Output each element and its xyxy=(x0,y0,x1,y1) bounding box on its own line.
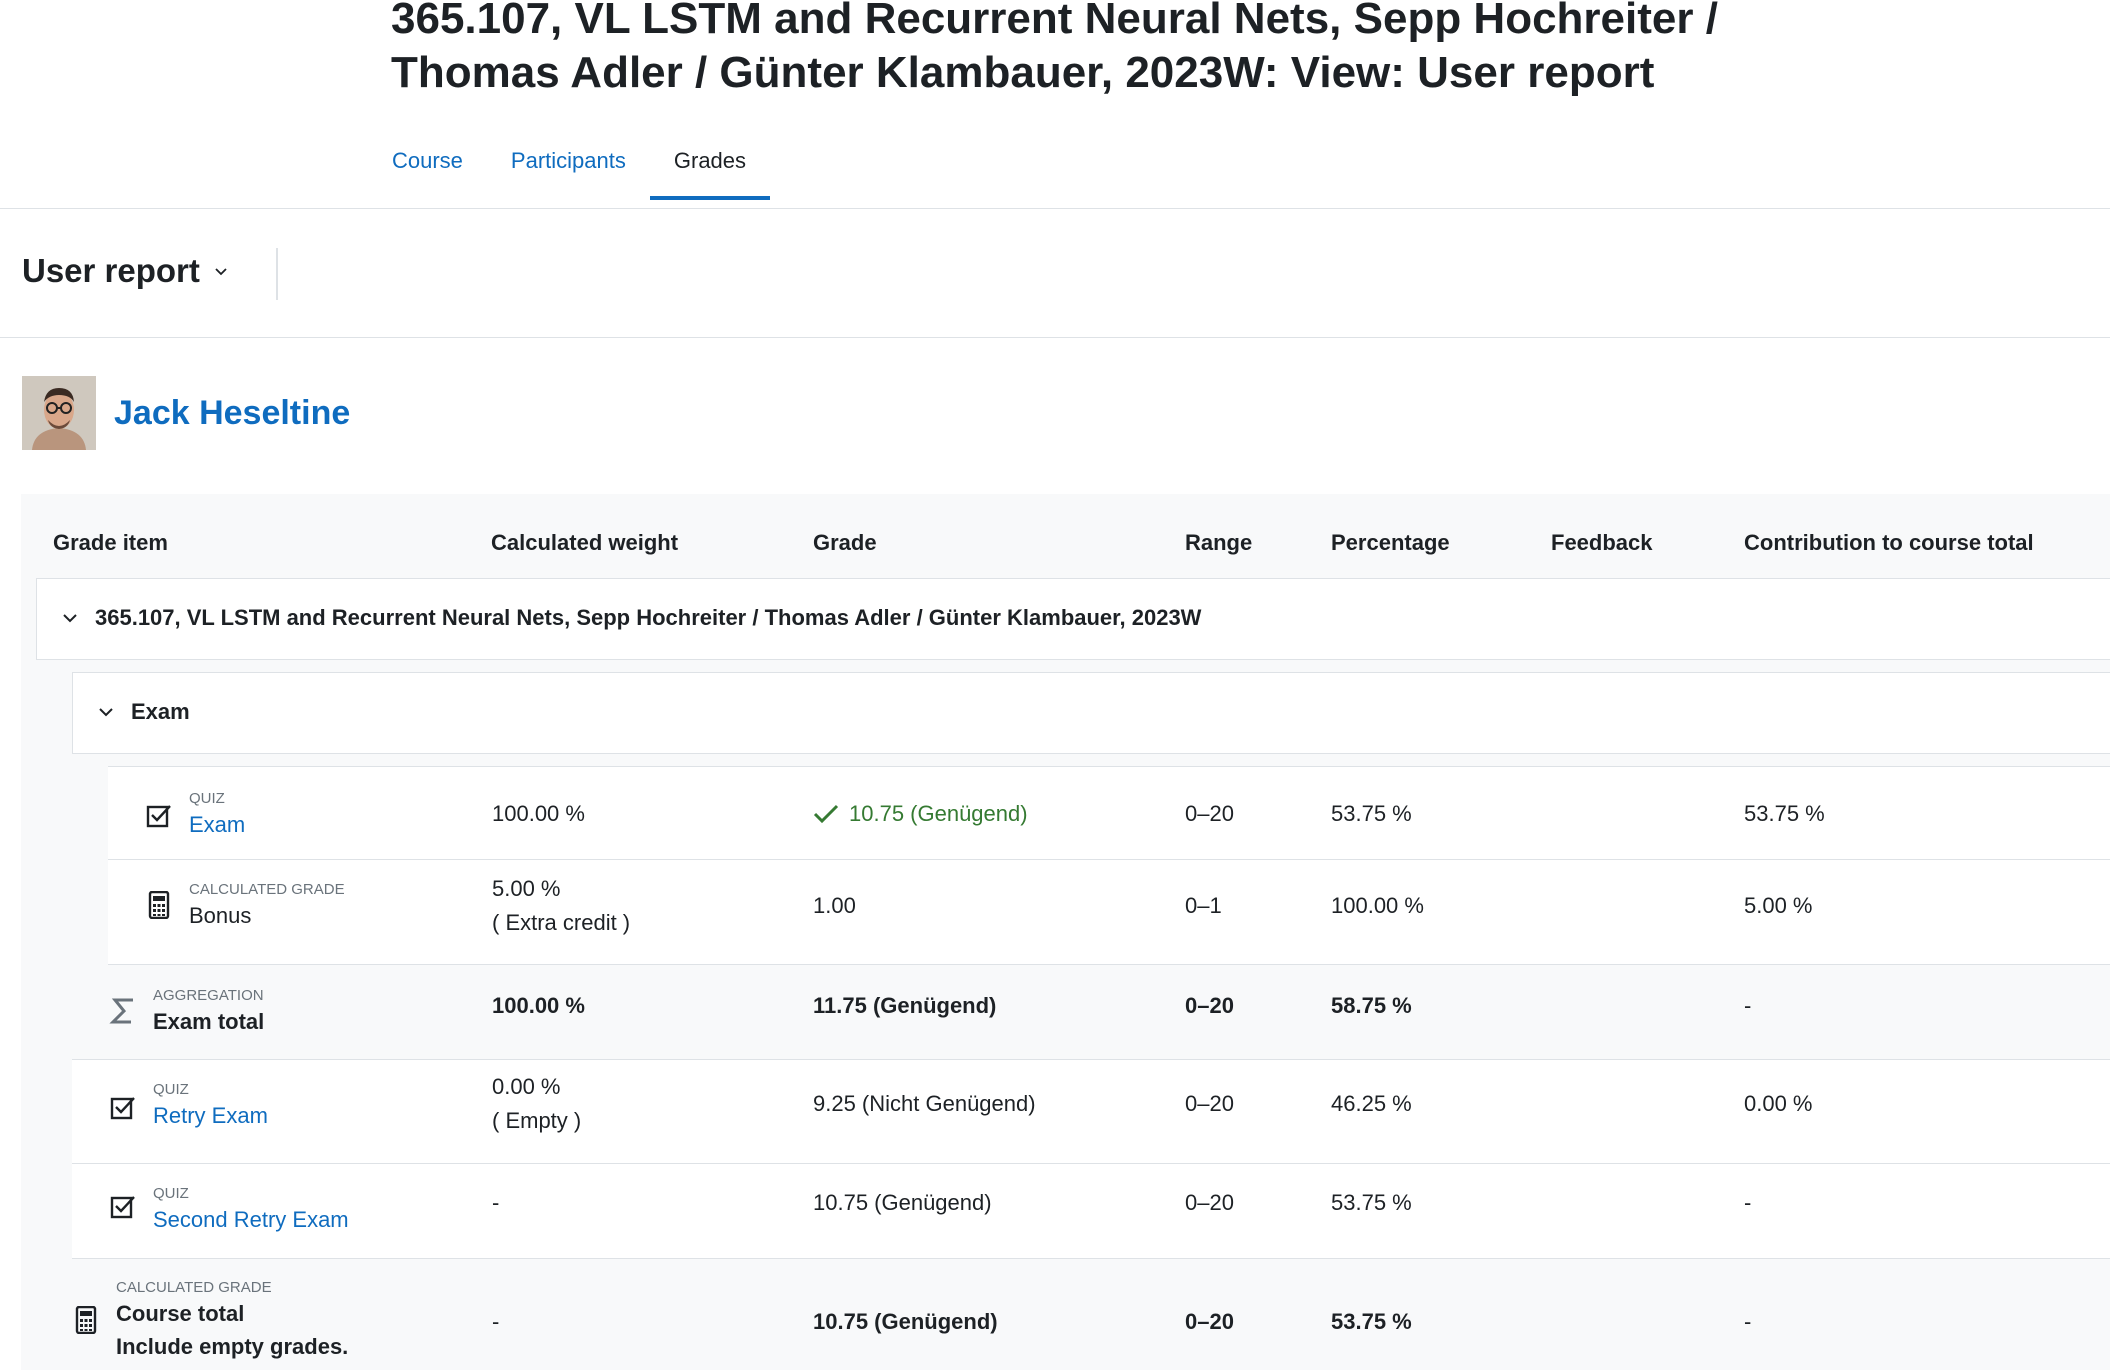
column-header-grade: Grade xyxy=(813,530,877,555)
range-value: 0–20 xyxy=(1185,1091,1234,1116)
check-icon xyxy=(813,804,839,824)
grade-item-link-exam[interactable]: Exam xyxy=(189,812,245,838)
weight-note: ( Extra credit ) xyxy=(492,910,631,935)
grade-value: 10.75 (Genügend) xyxy=(813,797,1028,831)
item-type-label: QUIZ xyxy=(189,790,225,807)
quiz-icon xyxy=(146,805,171,828)
chevron-down-icon xyxy=(215,268,227,276)
contribution-value: - xyxy=(1744,993,1752,1018)
divider xyxy=(0,337,2110,338)
category-row-exam: Exam xyxy=(72,672,2110,754)
column-header-calculated-weight: Calculated weight xyxy=(491,530,679,555)
nav-participants[interactable]: Participants xyxy=(511,140,626,200)
report-selector-label: User report xyxy=(22,252,200,289)
grade-item-name-bonus: Bonus xyxy=(189,903,252,928)
weight-value: - xyxy=(492,1309,500,1334)
course-total-note: Include empty grades. xyxy=(116,1334,349,1359)
category-name: 365.107, VL LSTM and Recurrent Neural Ne… xyxy=(95,605,1202,630)
contribution-value: 0.00 % xyxy=(1744,1091,1813,1116)
grade-value: 10.75 (Genügend) xyxy=(813,1190,992,1215)
grade-value-text: 10.75 (Genügend) xyxy=(849,801,1028,826)
percentage-value: 53.75 % xyxy=(1331,801,1412,826)
grade-value: 9.25 (Nicht Genügend) xyxy=(813,1091,1036,1116)
chevron-down-icon[interactable] xyxy=(61,609,79,627)
weight-note: ( Empty ) xyxy=(492,1108,582,1133)
range-value: 0–1 xyxy=(1185,893,1222,918)
item-type-label: QUIZ xyxy=(153,1185,189,1202)
weight-value: - xyxy=(492,1190,500,1215)
weight-value: 0.00 % xyxy=(492,1074,561,1099)
range-value: 0–20 xyxy=(1185,1309,1234,1334)
column-header-contribution: Contribution to course total xyxy=(1744,530,2034,555)
nav-course[interactable]: Course xyxy=(392,140,463,200)
page-title-line-1: 365.107, VL LSTM and Recurrent Neural Ne… xyxy=(391,0,1718,43)
weight-value: 100.00 % xyxy=(492,801,585,826)
user-report-table: Grade item Calculated weight Grade Range… xyxy=(21,494,2110,1370)
percentage-value: 46.25 % xyxy=(1331,1091,1412,1116)
category-title: 365.107, VL LSTM and Recurrent Neural Ne… xyxy=(61,605,1201,631)
table-row xyxy=(72,1163,2110,1259)
quiz-icon xyxy=(110,1097,135,1120)
grade-value: 10.75 (Genügend) xyxy=(813,1309,998,1334)
item-type-label: CALCULATED GRADE xyxy=(116,1279,272,1296)
user-name-link[interactable]: Jack Heseltine xyxy=(114,394,350,433)
percentage-value: 58.75 % xyxy=(1331,993,1412,1018)
grade-value: 11.75 (Genügend) xyxy=(813,993,997,1018)
grade-item-name-course-total: Course total xyxy=(116,1301,245,1326)
contribution-value: - xyxy=(1744,1309,1752,1334)
contribution-value: 53.75 % xyxy=(1744,801,1825,826)
divider xyxy=(276,248,278,300)
contribution-value: 5.00 % xyxy=(1744,893,1813,918)
column-header-grade-item: Grade item xyxy=(53,530,168,555)
page-title-line-2: Thomas Adler / Günter Klambauer, 2023W: … xyxy=(391,48,1655,97)
item-type-label: QUIZ xyxy=(153,1081,189,1098)
range-value: 0–20 xyxy=(1185,801,1234,826)
item-type-label: AGGREGATION xyxy=(153,987,264,1004)
nav-grades[interactable]: Grades xyxy=(649,140,771,200)
column-header-feedback: Feedback xyxy=(1551,530,1653,555)
quiz-icon xyxy=(110,1196,135,1219)
page-title: 365.107, VL LSTM and Recurrent Neural Ne… xyxy=(391,0,1891,100)
sigma-icon xyxy=(109,998,133,1024)
percentage-value: 53.75 % xyxy=(1331,1309,1412,1334)
percentage-value: 100.00 % xyxy=(1331,893,1424,918)
category-name: Exam xyxy=(131,699,190,724)
weight-value: 5.00 % xyxy=(492,876,561,901)
user-photo xyxy=(22,376,96,450)
calculator-icon xyxy=(148,891,170,919)
secondary-navigation: Course Participants Grades xyxy=(392,140,818,208)
range-value: 0–20 xyxy=(1185,993,1234,1018)
divider xyxy=(0,208,2110,209)
weight-value: 100.00 % xyxy=(492,993,585,1018)
contribution-value: - xyxy=(1744,1190,1752,1215)
column-header-percentage: Percentage xyxy=(1331,530,1450,555)
column-header-range: Range xyxy=(1185,530,1253,555)
chevron-down-icon[interactable] xyxy=(97,703,115,721)
range-value: 0–20 xyxy=(1185,1190,1234,1215)
grade-item-link-second-retry-exam[interactable]: Second Retry Exam xyxy=(153,1207,349,1233)
calculator-icon xyxy=(75,1306,97,1334)
grade-value: 1.00 xyxy=(813,893,856,918)
grade-item-link-retry-exam[interactable]: Retry Exam xyxy=(153,1103,268,1129)
category-row-course: 365.107, VL LSTM and Recurrent Neural Ne… xyxy=(36,578,2110,660)
percentage-value: 53.75 % xyxy=(1331,1190,1412,1215)
report-selector-dropdown[interactable]: User report xyxy=(22,252,228,290)
avatar[interactable] xyxy=(22,376,96,450)
user-header: Jack Heseltine xyxy=(22,376,350,450)
item-type-label: CALCULATED GRADE xyxy=(189,881,345,898)
grade-item-name-exam-total: Exam total xyxy=(153,1009,265,1034)
category-title: Exam xyxy=(97,699,190,725)
